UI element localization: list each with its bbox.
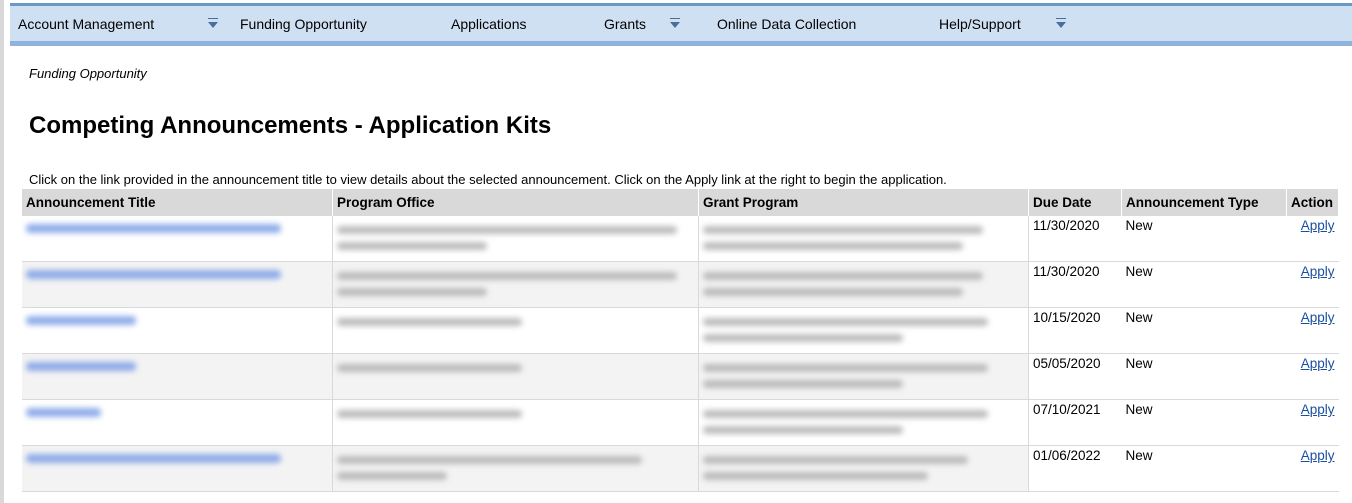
nav-help-support[interactable]: Help/Support xyxy=(939,16,1021,32)
redacted-text xyxy=(703,456,968,464)
redacted-text xyxy=(337,226,677,234)
table-row: 11/30/2020 New Apply xyxy=(22,216,1339,262)
action-cell: Apply xyxy=(1286,399,1339,446)
due-date-cell: 11/30/2020 xyxy=(1028,261,1122,308)
announcement-type-cell: New xyxy=(1121,399,1287,446)
grant-program-cell xyxy=(698,261,1029,308)
chevron-down-icon[interactable] xyxy=(670,18,680,28)
column-header-grant-program[interactable]: Grant Program xyxy=(698,189,1029,216)
due-date-cell: 05/05/2020 xyxy=(1028,353,1122,400)
redacted-text xyxy=(337,472,447,480)
column-header-announcement-title[interactable]: Announcement Title xyxy=(22,189,333,216)
column-header-due-date[interactable]: Due Date xyxy=(1028,189,1122,216)
redacted-text xyxy=(337,318,522,326)
redacted-text xyxy=(337,410,522,418)
grant-program-cell xyxy=(698,216,1029,262)
chevron-down-icon[interactable] xyxy=(208,18,218,28)
column-header-announcement-type[interactable]: Announcement Type xyxy=(1121,189,1287,216)
redacted-announcement-link[interactable] xyxy=(26,362,136,371)
redacted-announcement-link[interactable] xyxy=(26,408,101,417)
apply-link[interactable]: Apply xyxy=(1301,448,1335,463)
table-row: 05/05/2020 New Apply xyxy=(22,353,1339,400)
nav-applications[interactable]: Applications xyxy=(451,16,527,32)
action-cell: Apply xyxy=(1286,307,1339,354)
announcement-type-cell: New xyxy=(1121,261,1287,308)
announcement-title-cell[interactable] xyxy=(22,445,333,492)
apply-link[interactable]: Apply xyxy=(1301,264,1335,279)
redacted-announcement-link[interactable] xyxy=(26,224,281,233)
apply-link[interactable]: Apply xyxy=(1301,356,1335,371)
program-office-cell xyxy=(332,399,699,446)
action-cell: Apply xyxy=(1286,261,1339,308)
nav-grants[interactable]: Grants xyxy=(604,16,646,32)
nav-funding-opportunity[interactable]: Funding Opportunity xyxy=(240,16,367,32)
program-office-cell xyxy=(332,307,699,354)
redacted-text xyxy=(703,380,903,388)
announcement-title-cell[interactable] xyxy=(22,353,333,400)
page-title: Competing Announcements - Application Ki… xyxy=(29,112,552,139)
redacted-text xyxy=(703,288,963,296)
column-header-action: Action xyxy=(1286,189,1339,216)
redacted-text xyxy=(337,272,677,280)
apply-link[interactable]: Apply xyxy=(1301,402,1335,417)
announcement-type-cell: New xyxy=(1121,216,1287,262)
program-office-cell xyxy=(332,353,699,400)
action-cell: Apply xyxy=(1286,216,1339,262)
announcement-title-cell[interactable] xyxy=(22,216,333,262)
column-header-program-office[interactable]: Program Office xyxy=(332,189,699,216)
redacted-announcement-link[interactable] xyxy=(26,454,281,463)
redacted-text xyxy=(703,334,903,342)
nav-online-data-collection[interactable]: Online Data Collection xyxy=(717,16,856,32)
redacted-text xyxy=(703,426,903,434)
action-cell: Apply xyxy=(1286,353,1339,400)
table-row: 07/10/2021 New Apply xyxy=(22,399,1339,446)
announcements-table: Announcement Title Program Office Grant … xyxy=(22,189,1339,492)
redacted-text xyxy=(703,472,928,480)
redacted-text xyxy=(337,288,487,296)
due-date-cell: 01/06/2022 xyxy=(1028,445,1122,492)
action-cell: Apply xyxy=(1286,445,1339,492)
table-header-row: Announcement Title Program Office Grant … xyxy=(22,189,1339,216)
chevron-down-icon[interactable] xyxy=(1056,18,1066,28)
program-office-cell xyxy=(332,445,699,492)
redacted-text xyxy=(703,272,983,280)
table-row: 10/15/2020 New Apply xyxy=(22,307,1339,354)
due-date-cell: 10/15/2020 xyxy=(1028,307,1122,354)
announcement-title-cell[interactable] xyxy=(22,261,333,308)
program-office-cell xyxy=(332,216,699,262)
apply-link[interactable]: Apply xyxy=(1301,218,1335,233)
grant-program-cell xyxy=(698,445,1029,492)
grant-program-cell xyxy=(698,353,1029,400)
due-date-cell: 11/30/2020 xyxy=(1028,216,1122,262)
redacted-text xyxy=(703,410,988,418)
redacted-text xyxy=(703,226,983,234)
grant-program-cell xyxy=(698,307,1029,354)
redacted-text xyxy=(337,364,522,372)
redacted-text xyxy=(703,242,963,250)
redacted-text xyxy=(337,242,487,250)
redacted-text xyxy=(703,364,988,372)
table-row: 01/06/2022 New Apply xyxy=(22,445,1339,492)
instructions-text: Click on the link provided in the announ… xyxy=(29,172,947,187)
announcement-type-cell: New xyxy=(1121,445,1287,492)
announcement-title-cell[interactable] xyxy=(22,307,333,354)
announcement-type-cell: New xyxy=(1121,353,1287,400)
due-date-cell: 07/10/2021 xyxy=(1028,399,1122,446)
nav-account-management[interactable]: Account Management xyxy=(18,16,154,32)
announcement-title-cell[interactable] xyxy=(22,399,333,446)
announcement-type-cell: New xyxy=(1121,307,1287,354)
redacted-text xyxy=(703,318,988,326)
redacted-announcement-link[interactable] xyxy=(26,270,281,279)
redacted-announcement-link[interactable] xyxy=(26,316,136,325)
table-row: 11/30/2020 New Apply xyxy=(22,261,1339,308)
redacted-text xyxy=(337,456,642,464)
apply-link[interactable]: Apply xyxy=(1301,310,1335,325)
top-navigation-bar: Account Management Funding Opportunity A… xyxy=(10,3,1352,46)
program-office-cell xyxy=(332,261,699,308)
grant-program-cell xyxy=(698,399,1029,446)
breadcrumb: Funding Opportunity xyxy=(29,66,147,81)
